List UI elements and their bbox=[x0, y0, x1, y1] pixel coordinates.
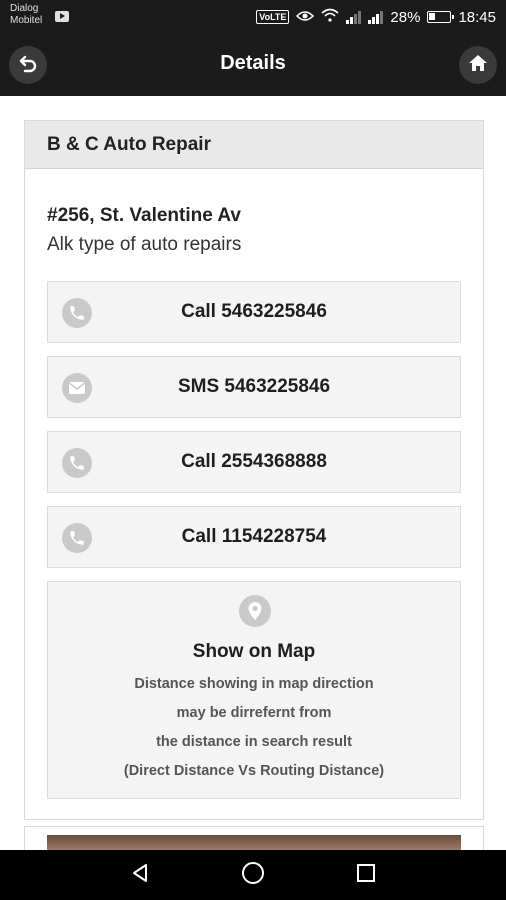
business-photo bbox=[47, 835, 461, 850]
call-button-2[interactable]: Call 2554368888 bbox=[47, 431, 461, 493]
sms-button-label: SMS 5463225846 bbox=[177, 376, 331, 397]
map-note-line-2: may be dirrefernt from bbox=[176, 705, 332, 721]
map-note-line-3: the distance in search result bbox=[156, 734, 352, 750]
eye-comfort-icon bbox=[296, 9, 315, 26]
battery-percent: 28% bbox=[390, 8, 421, 26]
nav-home-icon bbox=[241, 861, 265, 890]
show-on-map-label: Show on Map bbox=[192, 641, 316, 662]
status-indicators: VoLTE 28% 18:45 bbox=[256, 0, 496, 34]
business-name: B & C Auto Repair bbox=[25, 121, 483, 169]
clock: 18:45 bbox=[458, 8, 496, 26]
call-button-1-label: Call 5463225846 bbox=[181, 301, 327, 322]
business-card: B & C Auto Repair #256, St. Valentine Av… bbox=[24, 120, 484, 820]
call-button-2-label: Call 2554368888 bbox=[181, 451, 327, 472]
home-icon bbox=[468, 53, 488, 78]
carrier-name: Dialog Mobitel bbox=[10, 3, 42, 27]
wifi-icon bbox=[321, 8, 339, 26]
map-note-line-4: (Direct Distance Vs Routing Distance) bbox=[123, 763, 385, 779]
app-bar: Details bbox=[0, 34, 506, 96]
youtube-notification-icon bbox=[55, 11, 69, 22]
details-content: B & C Auto Repair #256, St. Valentine Av… bbox=[0, 96, 506, 850]
business-description: Alk type of auto repairs bbox=[47, 234, 242, 255]
map-note-line-1: Distance showing in map direction bbox=[134, 676, 374, 692]
carrier-line-1: Dialog bbox=[10, 3, 39, 14]
nav-back-icon bbox=[129, 862, 151, 889]
signal-icon-sim2 bbox=[368, 10, 384, 24]
map-pin-icon bbox=[239, 595, 271, 627]
page-title: Details bbox=[220, 52, 286, 74]
status-bar: Dialog Mobitel VoLTE 28% 18:45 bbox=[0, 0, 506, 34]
call-button-1[interactable]: Call 5463225846 bbox=[47, 281, 461, 343]
nav-recents-icon bbox=[355, 862, 377, 889]
home-button[interactable] bbox=[459, 46, 497, 84]
show-on-map-button[interactable]: Show on Map Distance showing in map dire… bbox=[47, 581, 461, 799]
sms-button[interactable]: SMS 5463225846 bbox=[47, 356, 461, 418]
photo-card bbox=[24, 826, 484, 850]
system-nav-bar bbox=[0, 850, 506, 900]
volte-badge: VoLTE bbox=[256, 10, 290, 24]
signal-icon-sim1 bbox=[346, 10, 362, 24]
battery-icon bbox=[427, 11, 455, 23]
call-button-3-label: Call 1154228754 bbox=[181, 526, 327, 547]
business-address: #256, St. Valentine Av bbox=[47, 205, 241, 226]
nav-back-button[interactable] bbox=[126, 861, 154, 889]
nav-home-button[interactable] bbox=[239, 861, 267, 889]
carrier-line-2: Mobitel bbox=[10, 15, 43, 26]
call-button-3[interactable]: Call 1154228754 bbox=[47, 506, 461, 568]
nav-recents-button[interactable] bbox=[352, 861, 380, 889]
